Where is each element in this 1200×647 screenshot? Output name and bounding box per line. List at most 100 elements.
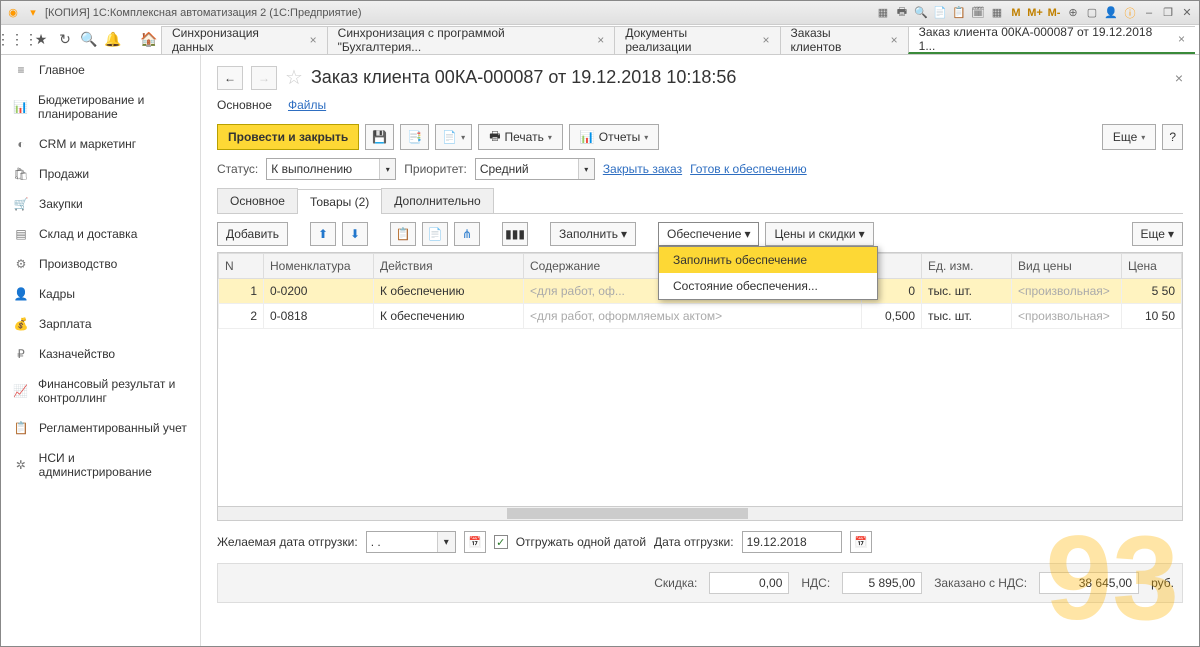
priority-combo[interactable]: Средний▾	[475, 158, 595, 180]
apps-icon[interactable]: ⋮⋮⋮	[5, 28, 29, 52]
dropdown-fill-provision[interactable]: Заполнить обеспечение	[659, 247, 877, 273]
subnav-main[interactable]: Основное	[217, 96, 272, 114]
desired-date-cal[interactable]: 📅	[464, 531, 486, 553]
m-plus-icon[interactable]: M+	[1027, 5, 1043, 21]
create-based-button[interactable]: 📄▾	[435, 124, 472, 150]
status-combo[interactable]: К выполнению▾	[266, 158, 396, 180]
history-icon[interactable]: ↻	[53, 28, 77, 52]
tab-close-icon[interactable]: ×	[1178, 32, 1185, 46]
grid-icon[interactable]: ▦	[989, 5, 1005, 21]
prices-button[interactable]: Цены и скидки ▾	[765, 222, 873, 246]
barcode-button[interactable]: ▮▮▮	[502, 222, 528, 246]
dropdown-provision-state[interactable]: Состояние обеспечения...	[659, 273, 877, 299]
back-button[interactable]: ←	[217, 66, 243, 90]
col-price-type[interactable]: Вид цены	[1012, 254, 1122, 279]
search-icon[interactable]: 🔍	[913, 5, 929, 21]
horizontal-scrollbar[interactable]	[217, 507, 1183, 521]
post-button[interactable]: 📑	[400, 124, 429, 150]
nav-tab[interactable]: Заказ клиента 00КА-000087 от 19.12.2018 …	[908, 26, 1195, 54]
sidebar-item[interactable]: ✲НСИ и администрирование	[1, 443, 200, 487]
col-n[interactable]: N	[219, 254, 264, 279]
app-icon: ◉	[5, 5, 21, 21]
col-nomenclature[interactable]: Номенклатура	[264, 254, 374, 279]
move-up-button[interactable]: ⬆	[310, 222, 336, 246]
sidebar-item[interactable]: 👤Кадры	[1, 279, 200, 309]
doc-icon[interactable]: 📄	[932, 5, 948, 21]
favorite-star-icon[interactable]: ☆	[285, 65, 303, 90]
save-button[interactable]: 💾	[365, 124, 394, 150]
tab-goods[interactable]: Товары (2)	[297, 189, 382, 214]
star-nav-icon[interactable]: ★	[29, 28, 53, 52]
single-date-checkbox[interactable]: ✓	[494, 535, 508, 549]
tab-close-icon[interactable]: ×	[891, 33, 898, 47]
doc2-icon[interactable]: 📋	[951, 5, 967, 21]
sidebar-item[interactable]: ≡Главное	[1, 55, 200, 85]
order-total-label: Заказано с НДС:	[934, 576, 1027, 590]
nav-tab[interactable]: Документы реализации×	[614, 26, 780, 54]
ship-date-input[interactable]: 19.12.2018	[742, 531, 842, 553]
col-actions[interactable]: Действия	[374, 254, 524, 279]
tab-close-icon[interactable]: ×	[597, 33, 604, 47]
sidebar-item[interactable]: 📋Регламентированный учет	[1, 413, 200, 443]
provision-dropdown: Заполнить обеспечение Состояние обеспече…	[658, 246, 878, 300]
submit-close-button[interactable]: Провести и закрыть	[217, 124, 359, 150]
col-unit[interactable]: Ед. изм.	[922, 254, 1012, 279]
m-icon[interactable]: M	[1008, 5, 1024, 21]
tab-extra[interactable]: Дополнительно	[381, 188, 493, 213]
tab-main[interactable]: Основное	[217, 188, 298, 213]
fill-button[interactable]: Заполнить ▾	[550, 222, 636, 246]
more-button[interactable]: Еще ▾	[1102, 124, 1156, 150]
sidebar-item[interactable]: 📊Бюджетирование и планирование	[1, 85, 200, 129]
info-icon[interactable]: ⓘ	[1122, 5, 1138, 21]
reports-button[interactable]: 📊 Отчеты ▾	[569, 124, 659, 150]
table-more-button[interactable]: Еще ▾	[1132, 222, 1183, 246]
nav-tab[interactable]: Заказы клиентов×	[780, 26, 909, 54]
table-row[interactable]: 20-0818К обеспечению<для работ, оформляе…	[219, 304, 1182, 329]
provision-button[interactable]: Обеспечение ▾	[658, 222, 759, 246]
home-icon[interactable]: 🏠	[137, 28, 161, 52]
vat-value: 5 895,00	[842, 572, 922, 594]
sidebar-item[interactable]: 💰Зарплата	[1, 309, 200, 339]
close-order-link[interactable]: Закрыть заказ	[603, 162, 682, 176]
close-window-icon[interactable]: ✕	[1179, 5, 1195, 21]
box-icon[interactable]: ▢	[1084, 5, 1100, 21]
close-page-icon[interactable]: ×	[1175, 70, 1183, 86]
move-down-button[interactable]: ⬇	[342, 222, 368, 246]
sidebar-item[interactable]: ⚙Производство	[1, 249, 200, 279]
dropdown-icon[interactable]: ▾	[25, 5, 41, 21]
add-row-button[interactable]: Добавить	[217, 222, 288, 246]
plus-icon[interactable]: ⊕	[1065, 5, 1081, 21]
copy-button[interactable]: 📋	[390, 222, 416, 246]
sidebar-item[interactable]: 🛒Закупки	[1, 189, 200, 219]
toolbar-icon[interactable]: ▦	[875, 5, 891, 21]
share-button[interactable]: ⋔	[454, 222, 480, 246]
print-icon[interactable]: 🖶	[894, 5, 910, 21]
m-minus-icon[interactable]: M-	[1046, 5, 1062, 21]
sidebar-item[interactable]: ₽Казначейство	[1, 339, 200, 369]
nav-tab[interactable]: Синхронизация с программой "Бухгалтерия.…	[327, 26, 616, 54]
ship-date-cal[interactable]: 📅	[850, 531, 872, 553]
search-nav-icon[interactable]: 🔍	[77, 28, 101, 52]
desired-date-input[interactable]: . .▾	[366, 531, 456, 553]
nav-tab[interactable]: Синхронизация данных×	[161, 26, 328, 54]
print-button[interactable]: 🖶 Печать ▾	[478, 124, 563, 150]
forward-button[interactable]: →	[251, 66, 277, 90]
subnav-files[interactable]: Файлы	[288, 96, 326, 114]
paste-button[interactable]: 📄	[422, 222, 448, 246]
tab-close-icon[interactable]: ×	[763, 33, 770, 47]
sidebar-icon: 📈	[13, 384, 28, 398]
calc-icon[interactable]: 🗓	[970, 5, 986, 21]
sidebar-item[interactable]: 🛍Продажи	[1, 159, 200, 189]
sidebar-item[interactable]: ▤Склад и доставка	[1, 219, 200, 249]
sidebar-item[interactable]: 📈Финансовый результат и контроллинг	[1, 369, 200, 413]
user-icon[interactable]: 👤	[1103, 5, 1119, 21]
bell-icon[interactable]: 🔔	[101, 28, 125, 52]
ready-link[interactable]: Готов к обеспечению	[690, 162, 807, 176]
tab-close-icon[interactable]: ×	[310, 33, 317, 47]
sidebar-label: Склад и доставка	[39, 227, 137, 241]
minimize-icon[interactable]: –	[1141, 5, 1157, 21]
help-button[interactable]: ?	[1162, 124, 1183, 150]
restore-icon[interactable]: ❐	[1160, 5, 1176, 21]
sidebar-item[interactable]: ◐CRM и маркетинг	[1, 129, 200, 159]
col-price[interactable]: Цена	[1122, 254, 1182, 279]
